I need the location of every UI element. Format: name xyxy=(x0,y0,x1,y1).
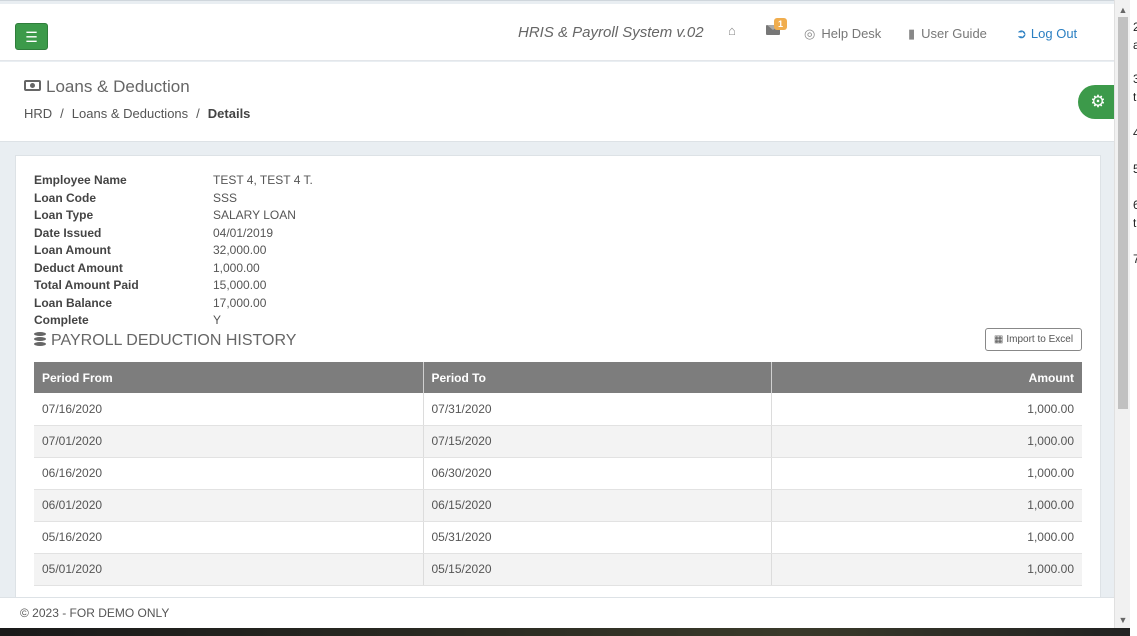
breadcrumb-loans[interactable]: Loans & Deductions xyxy=(72,106,188,121)
cell-amount: 1,000.00 xyxy=(771,393,1082,426)
column-header-period-to[interactable]: Period To xyxy=(423,362,772,393)
cell-period-from: 06/16/2020 xyxy=(34,457,424,490)
side-text: 5 xyxy=(1133,162,1137,176)
breadcrumb-current: Details xyxy=(207,106,251,121)
os-taskbar xyxy=(0,628,1130,636)
info-label: Loan Balance xyxy=(34,295,113,310)
cell-period-from: 07/16/2020 xyxy=(34,393,424,426)
lifebuoy-icon: ◎ xyxy=(804,26,816,41)
adjacent-window-edge: 2 a 3 t 4 5 6 t 7 xyxy=(1130,0,1137,636)
page-title-text: Loans & Deduction xyxy=(46,77,190,96)
table-row: 07/16/2020 07/31/2020 1,000.00 xyxy=(34,393,1082,426)
logout-link[interactable]: ➲ Log Out xyxy=(1016,26,1077,42)
side-text: t xyxy=(1133,90,1137,104)
info-label: Total Amount Paid xyxy=(34,278,139,292)
table-row: 05/16/2020 05/31/2020 1,000.00 xyxy=(34,521,1082,554)
cell-period-to: 05/15/2020 xyxy=(423,553,772,586)
cell-period-to: 06/30/2020 xyxy=(423,457,772,490)
vertical-scrollbar[interactable]: ▲ ▼ xyxy=(1114,0,1130,628)
table-row: 07/01/2020 07/15/2020 1,000.00 xyxy=(34,425,1082,458)
import-to-excel-button[interactable]: ▦ Import to Excel xyxy=(985,328,1082,351)
menu-toggle-button[interactable]: ☰ xyxy=(15,23,48,50)
info-label: Loan Code xyxy=(34,190,96,205)
logout-label: Log Out xyxy=(1030,26,1078,41)
app-window: ☰ HRIS & Payroll System v.02 ⌂ 1 ◎ Help D… xyxy=(0,0,1114,628)
info-value: SSS xyxy=(213,190,238,205)
side-text: 7 xyxy=(1133,252,1137,266)
help-desk-link[interactable]: ◎ Help Desk xyxy=(804,26,881,42)
system-title: HRIS & Payroll System v.02 xyxy=(518,24,704,41)
info-label: Loan Type xyxy=(34,208,94,222)
import-to-excel-label: Import to Excel xyxy=(1006,334,1074,345)
info-value: 15,000.00 xyxy=(213,278,267,292)
info-label: Employee Name xyxy=(34,173,127,187)
cell-period-from: 05/01/2020 xyxy=(34,553,424,586)
page-footer: © 2023 - FOR DEMO ONLY xyxy=(0,597,1114,628)
column-header-amount[interactable]: Amount xyxy=(771,362,1082,393)
info-value: 04/01/2019 xyxy=(213,225,274,240)
history-section-title: PAYROLL DEDUCTION HISTORY xyxy=(34,332,296,350)
side-text: 6 xyxy=(1133,198,1137,212)
page-title: Loans & Deduction xyxy=(24,77,190,97)
info-value: 32,000.00 xyxy=(213,243,267,257)
gears-icon: ⚙ xyxy=(1090,92,1106,111)
info-label: Deduct Amount xyxy=(34,260,123,275)
side-text: a xyxy=(1133,38,1137,52)
column-header-period-from[interactable]: Period From xyxy=(34,362,424,393)
settings-gear-button[interactable]: ⚙ xyxy=(1078,85,1114,119)
user-guide-link[interactable]: ▮ User Guide xyxy=(908,26,987,42)
hamburger-icon: ☰ xyxy=(25,28,38,45)
cell-amount: 1,000.00 xyxy=(771,457,1082,490)
home-icon[interactable]: ⌂ xyxy=(728,23,736,38)
help-desk-label: Help Desk xyxy=(821,26,882,41)
breadcrumb-hrd[interactable]: HRD xyxy=(24,106,52,121)
table-header-row: Period From Period To Amount xyxy=(34,362,1082,393)
info-label: Complete xyxy=(34,313,89,327)
cell-period-to: 05/31/2020 xyxy=(423,521,772,554)
cell-amount: 1,000.00 xyxy=(771,425,1082,458)
footer-text: © 2023 - FOR DEMO ONLY xyxy=(20,606,170,620)
mail-count-badge: 1 xyxy=(774,18,788,30)
side-text: 3 xyxy=(1133,72,1137,86)
cell-period-from: 07/01/2020 xyxy=(34,425,424,458)
book-icon: ▮ xyxy=(908,26,916,41)
money-icon xyxy=(24,80,41,91)
scroll-thumb[interactable] xyxy=(1118,17,1128,409)
user-guide-label: User Guide xyxy=(921,26,987,41)
top-navbar: ☰ HRIS & Payroll System v.02 ⌂ 1 ◎ Help D… xyxy=(0,4,1114,61)
sign-out-icon: ➲ xyxy=(1016,26,1027,41)
breadcrumb: HRD / Loans & Deductions / Details xyxy=(24,106,251,121)
excel-icon: ▦ xyxy=(993,334,1004,345)
cell-amount: 1,000.00 xyxy=(771,553,1082,586)
side-text: 4 xyxy=(1133,126,1137,140)
page-header: Loans & Deduction HRD / Loans & Deductions… xyxy=(0,62,1114,142)
info-value: Y xyxy=(213,313,222,327)
side-text: 2 xyxy=(1133,20,1137,34)
info-label: Date Issued xyxy=(34,225,102,240)
info-label: Loan Amount xyxy=(34,243,111,257)
table-row: 06/16/2020 06/30/2020 1,000.00 xyxy=(34,457,1082,490)
history-title-text: PAYROLL DEDUCTION HISTORY xyxy=(51,332,297,349)
side-text: t xyxy=(1133,216,1137,230)
info-value: TEST 4, TEST 4 T. xyxy=(213,173,313,187)
info-value: 1,000.00 xyxy=(213,260,260,275)
cell-period-from: 06/01/2020 xyxy=(34,489,424,522)
info-value: SALARY LOAN xyxy=(213,208,296,222)
info-value: 17,000.00 xyxy=(213,295,267,310)
cell-period-to: 07/31/2020 xyxy=(423,393,772,426)
scroll-down-arrow-icon[interactable]: ▼ xyxy=(1115,612,1131,628)
deduction-history-table: Period From Period To Amount 07/16/2020 0… xyxy=(34,362,1082,586)
cell-amount: 1,000.00 xyxy=(771,521,1082,554)
cell-period-from: 05/16/2020 xyxy=(34,521,424,554)
loan-details-card: Employee Name TEST 4, TEST 4 T. Loan Code… xyxy=(15,155,1101,605)
database-icon xyxy=(34,332,46,346)
cell-period-to: 07/15/2020 xyxy=(423,425,772,458)
cell-period-to: 06/15/2020 xyxy=(423,489,772,522)
table-row: 05/01/2020 05/15/2020 1,000.00 xyxy=(34,553,1082,586)
table-row: 06/01/2020 06/15/2020 1,000.00 xyxy=(34,489,1082,522)
cell-amount: 1,000.00 xyxy=(771,489,1082,522)
scroll-up-arrow-icon[interactable]: ▲ xyxy=(1115,2,1131,18)
